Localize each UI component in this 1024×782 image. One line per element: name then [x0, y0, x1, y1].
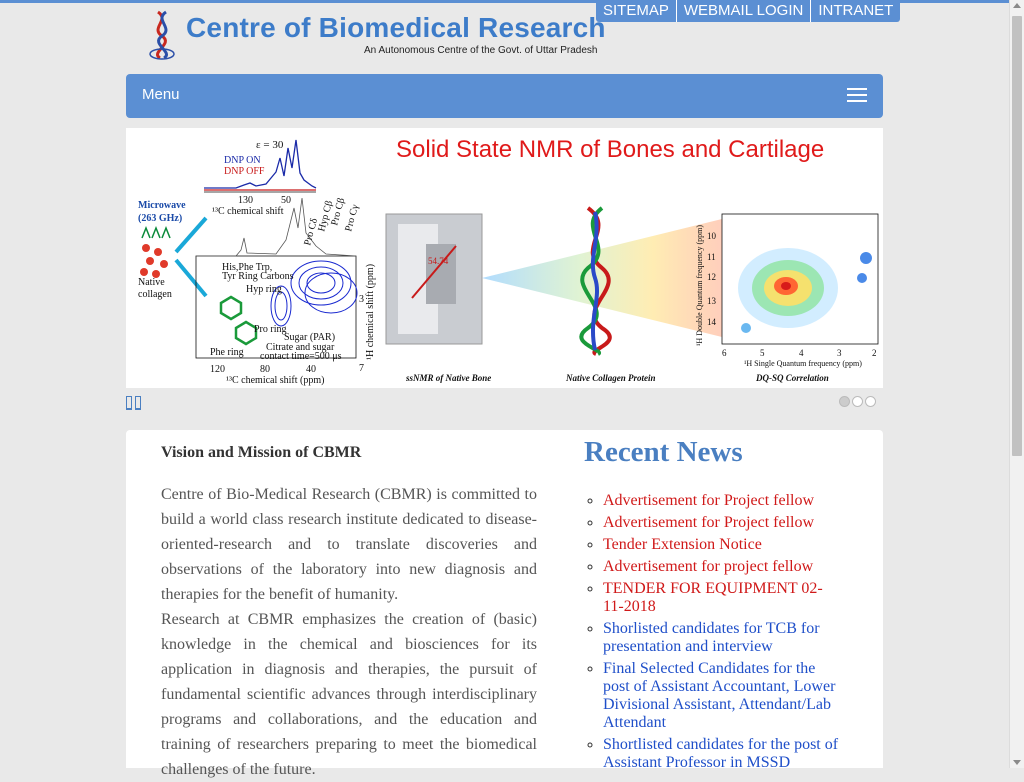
c-shift-bottom-label: ¹³C chemical shift (ppm) — [226, 375, 324, 386]
contact-time-label: contact time=500 μs — [260, 351, 342, 362]
news-link[interactable]: Shorlisted candidates for TCB for presen… — [603, 620, 820, 655]
dq-tick-12: 12 — [707, 272, 716, 282]
banner-title: Solid State NMR of Bones and Cartilage — [396, 136, 825, 163]
logo-subtitle: An Autonomous Centre of the Govt. of Utt… — [364, 45, 598, 56]
dq-tick-10: 10 — [707, 231, 717, 241]
banner-slide: ε = 30 DNP ON DNP OFF 130 50 ¹³C chemica… — [126, 128, 883, 388]
vision-title: Vision and Mission of CBMR — [161, 444, 362, 461]
slider-dots — [839, 396, 876, 407]
dnp-on-label: DNP ON — [224, 155, 261, 166]
tick-120: 120 — [210, 364, 225, 375]
sq-axis-label: ¹H Single Quantum frequency (ppm) — [744, 359, 862, 368]
vision-paragraph-2: Research at CBMR emphasizes the creation… — [161, 611, 537, 778]
tick-3: 3 — [359, 294, 364, 305]
news-link[interactable]: Advertisement for Project fellow — [603, 514, 814, 531]
sq-tick-5: 5 — [760, 348, 765, 358]
main-menu-bar[interactable]: Menu — [126, 74, 883, 118]
hamburger-menu-icon[interactable] — [847, 88, 867, 102]
news-item: Advertisement for project fellow — [603, 558, 843, 576]
slide-dot-3[interactable] — [865, 396, 876, 407]
collagen-label: collagen — [138, 289, 172, 300]
caption-collagen: Native Collagen Protein — [565, 373, 656, 383]
main-content-panel: Vision and Mission of CBMR Centre of Bio… — [126, 430, 883, 778]
vertical-scrollbar[interactable] — [1009, 0, 1024, 768]
recent-news-title: Recent News — [584, 436, 743, 468]
phe-ring-label: Phe ring — [210, 347, 244, 358]
tick-50: 50 — [281, 195, 291, 206]
h-shift-label: ¹H chemical shift (ppm) — [365, 264, 376, 360]
dnp-off-label: DNP OFF — [224, 166, 265, 177]
scroll-up-arrow-icon[interactable] — [1013, 3, 1021, 8]
microwave-label: Microwave — [138, 200, 186, 211]
sq-tick-4: 4 — [799, 348, 804, 358]
ghz-label: (263 GHz) — [138, 213, 182, 224]
dq-tick-14: 14 — [707, 317, 717, 327]
caption-dq: DQ-SQ Correlation — [755, 373, 829, 383]
news-item: Tender Extension Notice — [603, 536, 843, 554]
scrollbar-thumb[interactable] — [1012, 16, 1022, 456]
intranet-link[interactable]: INTRANET — [810, 0, 900, 22]
native-label: Native — [138, 277, 165, 288]
sq-tick-2: 2 — [872, 348, 877, 358]
menu-label: Menu — [142, 86, 180, 103]
slider-pause-button[interactable] — [126, 394, 144, 412]
news-item: Final Selected Candidates for the post o… — [603, 660, 843, 732]
dq-axis-label: ¹H Double Quantum frequency (ppm) — [695, 225, 704, 346]
news-link[interactable]: TENDER FOR EQUIPMENT 02-11-2018 — [603, 580, 823, 615]
light-beam — [482, 218, 726, 338]
dq-tick-13: 13 — [707, 296, 717, 306]
hyp-ring-label: Hyp ring — [246, 284, 282, 295]
vision-text: Centre of Bio-Medical Research (CBMR) is… — [161, 482, 537, 782]
tick-130: 130 — [238, 195, 253, 206]
caption-bone: ssNMR of Native Bone — [405, 373, 491, 383]
sq-tick-3: 3 — [837, 348, 842, 358]
scroll-down-arrow-icon[interactable] — [1013, 760, 1021, 765]
magic-angle-label: 54.74 — [428, 256, 449, 266]
news-item: Shorlisted candidates for TCB for presen… — [603, 620, 843, 656]
recent-news-list: Advertisement for Project fellow Adverti… — [584, 492, 843, 776]
news-link[interactable]: Final Selected Candidates for the post o… — [603, 660, 835, 731]
news-link[interactable]: Tender Extension Notice — [603, 536, 762, 553]
microwave-arrows-icon — [141, 225, 171, 239]
arrow-down-right — [174, 258, 208, 298]
tick-80: 80 — [260, 364, 270, 375]
molecule-sketch — [219, 295, 258, 346]
sq-tick-6: 6 — [722, 348, 727, 358]
news-item: Advertisement for Project fellow — [603, 492, 843, 510]
c-shift-top-label: ¹³C chemical shift — [212, 206, 284, 217]
banner-image: ε = 30 DNP ON DNP OFF 130 50 ¹³C chemica… — [138, 139, 879, 386]
pro-cg-label: Pro Cγ — [343, 203, 361, 233]
news-item: Shortlisted candidates for the post of A… — [603, 736, 843, 772]
tick-7: 7 — [359, 363, 364, 374]
sitemap-link[interactable]: SITEMAP — [596, 0, 676, 22]
slide-dot-2[interactable] — [852, 396, 863, 407]
collagen-cells-icon — [140, 244, 168, 278]
news-link[interactable]: Advertisement for Project fellow — [603, 492, 814, 509]
news-link[interactable]: Advertisement for project fellow — [603, 558, 813, 575]
webmail-login-link[interactable]: WEBMAIL LOGIN — [675, 0, 810, 22]
news-item: TENDER FOR EQUIPMENT 02-11-2018 — [603, 580, 843, 616]
top-links-bar: SITEMAP WEBMAIL LOGIN INTRANET — [596, 0, 901, 22]
vision-paragraph-1: Centre of Bio-Medical Research (CBMR) is… — [161, 486, 537, 603]
dna-logo-icon — [149, 10, 175, 60]
logo-title: Centre of Biomedical Research — [186, 12, 606, 43]
tyr-ring-label: Tyr Ring Carbons — [222, 271, 294, 282]
dq-tick-11: 11 — [707, 252, 716, 262]
pro-ring-label: Pro ring — [254, 324, 287, 335]
news-link[interactable]: Shortlisted candidates for the post of A… — [603, 736, 838, 771]
epsilon-label: ε = 30 — [256, 139, 284, 151]
slide-dot-1[interactable] — [839, 396, 850, 407]
tick-40: 40 — [306, 364, 316, 375]
news-item: Advertisement for Project fellow — [603, 514, 843, 532]
